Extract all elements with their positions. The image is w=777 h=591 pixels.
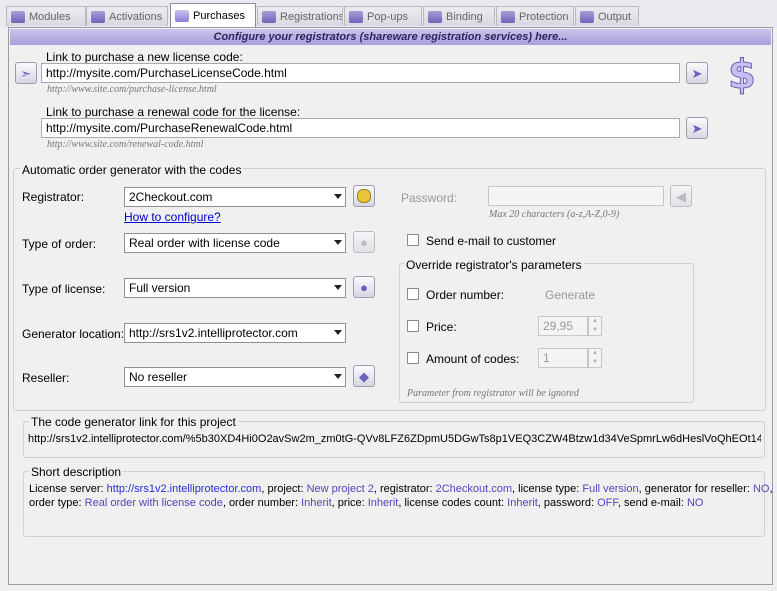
override-title: Override registrator's parameters <box>404 258 584 272</box>
coins-icon: ● <box>360 234 368 250</box>
open-new-link-button[interactable]: ➤ <box>686 62 708 84</box>
order-type-label: Type of order: <box>22 237 97 251</box>
add-registrator-button[interactable] <box>353 185 375 207</box>
tab-purchases[interactable]: Purchases <box>170 3 256 27</box>
how-to-configure-link[interactable]: How to configure? <box>124 210 221 224</box>
generator-link-value[interactable]: http://srs1v2.intelliprotector.com/%5b30… <box>28 433 761 445</box>
new-link-hint: http://www.site.com/purchase-license.htm… <box>47 84 217 95</box>
generator-link-title: The code generator link for this project <box>29 415 238 429</box>
binding-icon <box>428 10 442 23</box>
registrator-select[interactable]: 2Checkout.com <box>124 187 346 207</box>
price-label: Price: <box>426 320 457 334</box>
tab-popups[interactable]: Pop-ups <box>344 6 422 26</box>
short-description-line-2: order type: Real order with license code… <box>29 497 704 509</box>
password-button[interactable]: ◀ <box>670 185 692 207</box>
order-number-value: Generate <box>545 288 596 302</box>
tab-modules[interactable]: Modules <box>6 6 86 26</box>
license-type-label: Type of license: <box>22 282 106 296</box>
reseller-button[interactable]: ◆ <box>353 365 375 387</box>
reseller-label: Reseller: <box>22 371 70 385</box>
tab-protection[interactable]: Protection <box>496 6 574 26</box>
chevron-down-icon <box>334 374 342 379</box>
arrow-right-icon: ➤ <box>691 65 703 81</box>
amount-input[interactable]: 1 <box>538 348 588 368</box>
short-description-title: Short description <box>29 465 124 479</box>
send-email-checkbox[interactable] <box>407 234 419 246</box>
amount-label: Amount of codes: <box>426 352 520 366</box>
price-checkbox[interactable] <box>407 320 419 332</box>
order-number-checkbox[interactable] <box>407 288 419 300</box>
price-stepper[interactable]: ▲ ▼ <box>588 316 602 336</box>
renewal-link-hint: http://www.site.com/renewal-code.html <box>47 139 204 150</box>
password-hint: Max 20 characters (a-z,A-Z,0-9) <box>489 209 620 220</box>
generator-location-label: Generator location: <box>22 327 125 341</box>
tag-icon: ◆ <box>359 368 369 384</box>
price-input[interactable]: 29,95 <box>538 316 588 336</box>
license-icon: ● <box>360 279 368 295</box>
chevron-down-icon <box>334 240 342 245</box>
tab-registrations[interactable]: Registrations <box>257 6 343 26</box>
rewind-icon: ◀ <box>676 188 686 204</box>
plus-icon <box>357 189 371 203</box>
order-type-select[interactable]: Real order with license code <box>124 233 346 253</box>
password-input[interactable] <box>488 186 664 206</box>
license-type-select[interactable]: Full version <box>124 278 346 298</box>
amount-stepper[interactable]: ▲ ▼ <box>588 348 602 368</box>
arrow-right-icon: ➤ <box>691 120 703 136</box>
dollar-icon: $ <box>728 52 757 99</box>
activations-icon <box>91 10 105 23</box>
purchases-icon <box>175 9 189 22</box>
modules-icon <box>11 10 25 23</box>
license-type-button[interactable]: ● <box>353 276 375 298</box>
send-email-label: Send e-mail to customer <box>426 234 557 248</box>
generator-location-select[interactable]: http://srs1v2.intelliprotector.com <box>124 323 346 343</box>
registrator-label: Registrator: <box>22 190 85 204</box>
chevron-down-icon <box>334 285 342 290</box>
cursor-icon: ➣ <box>20 65 32 81</box>
new-link-input[interactable]: http://mysite.com/PurchaseLicenseCode.ht… <box>41 63 680 83</box>
chevron-down-icon <box>334 194 342 199</box>
tab-binding[interactable]: Binding <box>423 6 495 26</box>
renewal-link-label: Link to purchase a renewal code for the … <box>46 105 301 119</box>
new-link-label: Link to purchase a new license code: <box>46 50 243 64</box>
tab-activations[interactable]: Activations <box>86 6 168 26</box>
page-banner: Configure your registrators (shareware r… <box>10 29 771 45</box>
renewal-link-input[interactable]: http://mysite.com/PurchaseRenewalCode.ht… <box>41 118 680 138</box>
short-description-line-1: License server: http://srs1v2.intellipro… <box>29 483 773 495</box>
password-label: Password: <box>401 191 458 205</box>
tab-output[interactable]: Output <box>575 6 639 26</box>
order-type-button[interactable]: ● <box>353 231 375 253</box>
amount-checkbox[interactable] <box>407 352 419 364</box>
popups-icon <box>349 10 363 23</box>
order-number-label: Order number: <box>426 288 505 302</box>
chevron-down-icon <box>334 330 342 335</box>
override-note: Parameter from registrator will be ignor… <box>407 388 579 399</box>
tab-strip: Modules Activations Purchases Registrati… <box>0 0 777 28</box>
output-icon <box>580 10 594 23</box>
protection-icon <box>501 10 515 23</box>
registrations-icon <box>262 10 276 23</box>
open-renewal-link-button[interactable]: ➤ <box>686 117 708 139</box>
reseller-select[interactable]: No reseller <box>124 367 346 387</box>
order-generator-title: Automatic order generator with the codes <box>20 163 244 177</box>
browse-button[interactable]: ➣ <box>15 62 37 84</box>
